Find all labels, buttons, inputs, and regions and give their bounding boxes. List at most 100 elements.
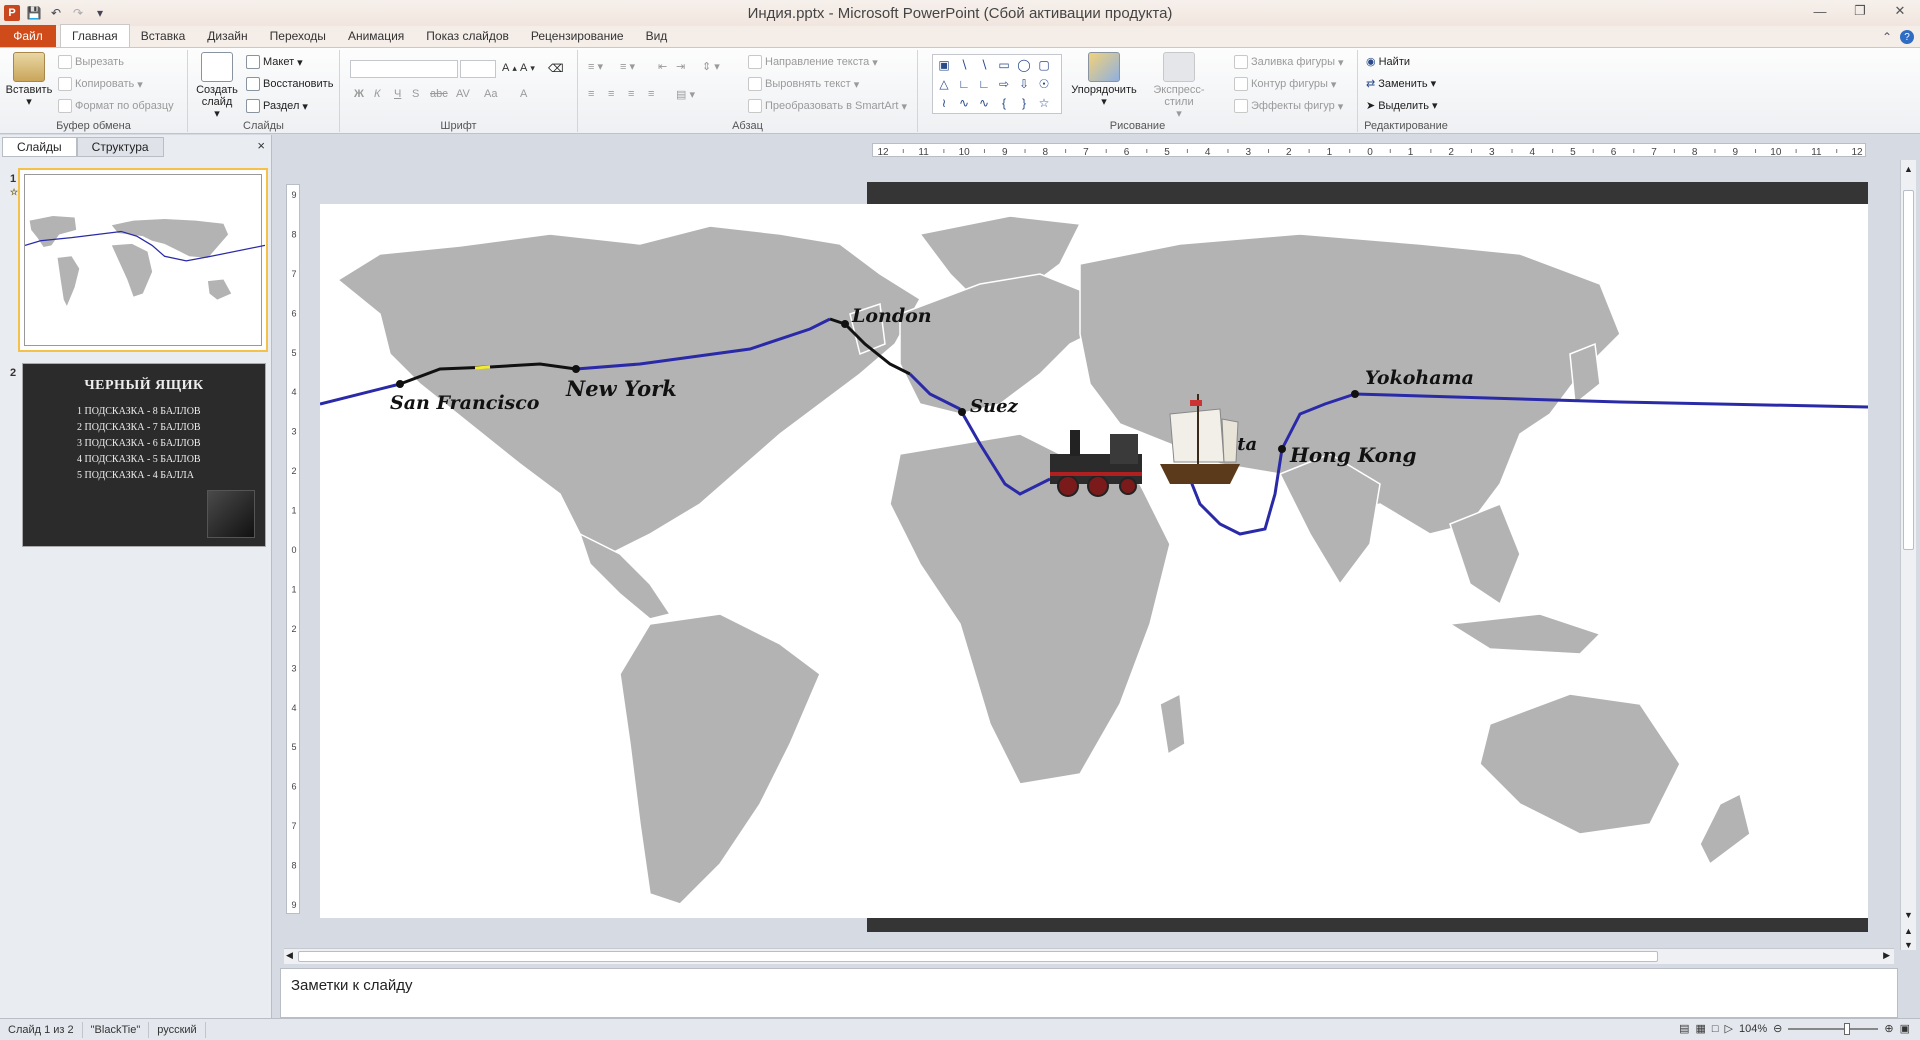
oval-shape-icon[interactable]: ◯ <box>1015 57 1033 74</box>
restore-button[interactable]: ❐ <box>1840 0 1880 22</box>
normal-view-icon[interactable]: ▤ <box>1679 1022 1689 1035</box>
align-text-button[interactable]: Выровнять текст ▾ <box>748 77 859 91</box>
brace-left-shape-icon[interactable]: { <box>995 94 1013 111</box>
reset-button[interactable]: Восстановить <box>246 77 333 91</box>
font-name-combo[interactable] <box>350 60 458 78</box>
callout-shape-icon[interactable]: ☉ <box>1035 76 1053 93</box>
collapse-ribbon-icon[interactable]: ⌃ <box>1882 30 1892 44</box>
zoom-slider-thumb[interactable] <box>1844 1022 1851 1035</box>
scroll-left-icon[interactable]: ◀ <box>286 950 293 961</box>
tab-animations[interactable]: Анимация <box>337 25 415 47</box>
theme-name[interactable]: "BlackTie" <box>83 1021 150 1038</box>
star-shape-icon[interactable]: ☆ <box>1035 94 1053 111</box>
slideshow-icon[interactable]: ▷ <box>1725 1022 1733 1035</box>
zoom-in-icon[interactable]: ⊕ <box>1884 1022 1893 1035</box>
tab-slides[interactable]: Слайды <box>2 137 77 157</box>
select-button[interactable]: ➤ Выделить ▾ <box>1366 99 1438 113</box>
section-button[interactable]: Раздел ▾ <box>246 99 308 113</box>
scroll-right-icon[interactable]: ▶ <box>1883 950 1890 961</box>
rect-shape-icon[interactable]: ▭ <box>995 57 1013 74</box>
slide-sorter-icon[interactable]: ▦ <box>1695 1022 1705 1035</box>
shrink-font-button[interactable]: A ▾ <box>520 62 535 74</box>
justify-icon[interactable]: ≡ <box>648 88 654 100</box>
scroll-up-icon[interactable]: ▲ <box>1904 164 1913 174</box>
increase-indent-icon[interactable]: ⇥ <box>676 60 685 73</box>
tab-transitions[interactable]: Переходы <box>259 25 337 47</box>
shape-outline-button[interactable]: Контур фигуры ▾ <box>1234 77 1336 91</box>
paste-button[interactable]: Вставить ▾ <box>4 52 54 108</box>
font-color-button[interactable]: A <box>520 88 527 100</box>
shapes-gallery[interactable]: ▣ ∖ ∖ ▭ ◯ ▢ △ ∟ ∟ ⇨ ⇩ ☉ ≀ ∿ ∿{} ☆ <box>932 54 1062 114</box>
change-case-button[interactable]: Aa <box>484 88 497 100</box>
close-panel-icon[interactable]: × <box>257 138 265 153</box>
char-spacing-button[interactable]: AV <box>456 88 470 100</box>
tab-design[interactable]: Дизайн <box>196 25 258 47</box>
clear-format-icon[interactable]: ⌫ <box>548 62 564 75</box>
vertical-scrollbar[interactable]: ▲ ▼ ▲ ▼ <box>1900 160 1916 950</box>
textbox-shape-icon[interactable]: ▣ <box>935 57 953 74</box>
roundrect-shape-icon[interactable]: ▢ <box>1035 57 1053 74</box>
bold-button[interactable]: Ж <box>354 88 364 100</box>
scroll-down-icon[interactable]: ▼ <box>1904 910 1913 920</box>
previous-slide-icon[interactable]: ▲ <box>1904 926 1913 936</box>
down-arrow-shape-icon[interactable]: ⇩ <box>1015 76 1033 93</box>
tab-outline[interactable]: Структура <box>76 137 164 157</box>
new-slide-button[interactable]: Создать слайд ▾ <box>194 52 240 120</box>
scribble-shape-icon[interactable]: ∿ <box>975 94 993 111</box>
triangle-shape-icon[interactable]: △ <box>935 76 953 93</box>
curve-shape-icon[interactable]: ≀ <box>935 94 953 111</box>
brace-right-shape-icon[interactable]: } <box>1015 94 1033 111</box>
font-size-combo[interactable] <box>460 60 496 78</box>
vertical-scroll-thumb[interactable] <box>1903 190 1914 550</box>
layout-button[interactable]: Макет ▾ <box>246 55 303 69</box>
tab-slideshow[interactable]: Показ слайдов <box>415 25 520 47</box>
replace-button[interactable]: ⇄ Заменить ▾ <box>1366 77 1436 91</box>
find-button[interactable]: ◉ Найти <box>1366 55 1410 69</box>
cut-button[interactable]: Вырезать <box>58 55 124 69</box>
align-center-icon[interactable]: ≡ <box>608 88 614 100</box>
smartart-button[interactable]: Преобразовать в SmartArt ▾ <box>748 99 907 113</box>
elbow2-shape-icon[interactable]: ∟ <box>975 76 993 93</box>
align-right-icon[interactable]: ≡ <box>628 88 634 100</box>
italic-button[interactable]: К <box>374 88 380 100</box>
zoom-slider[interactable] <box>1788 1022 1879 1035</box>
language-indicator[interactable]: русский <box>149 1021 206 1038</box>
columns-icon[interactable]: ▤ ▾ <box>676 88 695 101</box>
next-slide-icon[interactable]: ▼ <box>1904 940 1913 950</box>
freeform-shape-icon[interactable]: ∿ <box>955 94 973 111</box>
arrange-button[interactable]: Упорядочить ▾ <box>1068 52 1140 108</box>
tab-file[interactable]: Файл <box>0 25 56 47</box>
line-shape-icon[interactable]: ∖ <box>955 57 973 74</box>
text-direction-button[interactable]: Направление текста ▾ <box>748 55 878 69</box>
underline-button[interactable]: Ч <box>394 88 401 100</box>
elbow-shape-icon[interactable]: ∟ <box>955 76 973 93</box>
horizontal-scroll-thumb[interactable] <box>298 951 1658 962</box>
slide-thumbnail-2[interactable]: ЧЕРНЫЙ ЯЩИК 1 ПОДСКАЗКА - 8 БАЛЛОВ 2 ПОД… <box>22 363 266 547</box>
grow-font-button[interactable]: A ▴ <box>502 62 517 74</box>
notes-pane[interactable]: Заметки к слайду <box>280 968 1898 1018</box>
format-painter-button[interactable]: Формат по образцу <box>58 99 174 113</box>
shadow-button[interactable]: S <box>412 88 419 100</box>
tab-review[interactable]: Рецензирование <box>520 25 635 47</box>
strikethrough-button[interactable]: abc <box>430 88 448 100</box>
zoom-level[interactable]: 104% <box>1739 1023 1767 1035</box>
zoom-out-icon[interactable]: ⊖ <box>1773 1022 1782 1035</box>
copy-button[interactable]: Копировать ▾ <box>58 77 143 91</box>
slide-thumbnail-1[interactable] <box>18 168 268 352</box>
tab-insert[interactable]: Вставка <box>130 25 197 47</box>
close-window-button[interactable]: ✕ <box>1880 0 1920 22</box>
line2-shape-icon[interactable]: ∖ <box>975 57 993 74</box>
shape-fill-button[interactable]: Заливка фигуры ▾ <box>1234 55 1344 69</box>
minimize-button[interactable]: — <box>1800 0 1840 22</box>
tab-view[interactable]: Вид <box>635 25 679 47</box>
help-icon[interactable]: ? <box>1900 30 1914 44</box>
horizontal-scrollbar[interactable]: ◀ ▶ <box>284 948 1894 964</box>
decrease-indent-icon[interactable]: ⇤ <box>658 60 667 73</box>
shape-effects-button[interactable]: Эффекты фигур ▾ <box>1234 99 1343 113</box>
slide-canvas[interactable]: San Francisco New York London Suez Calcu… <box>319 204 1869 918</box>
tab-home[interactable]: Главная <box>60 24 130 47</box>
numbering-icon[interactable]: ≡ ▾ <box>620 60 635 73</box>
reading-view-icon[interactable]: □ <box>1712 1023 1719 1035</box>
align-left-icon[interactable]: ≡ <box>588 88 594 100</box>
arrow-shape-icon[interactable]: ⇨ <box>995 76 1013 93</box>
